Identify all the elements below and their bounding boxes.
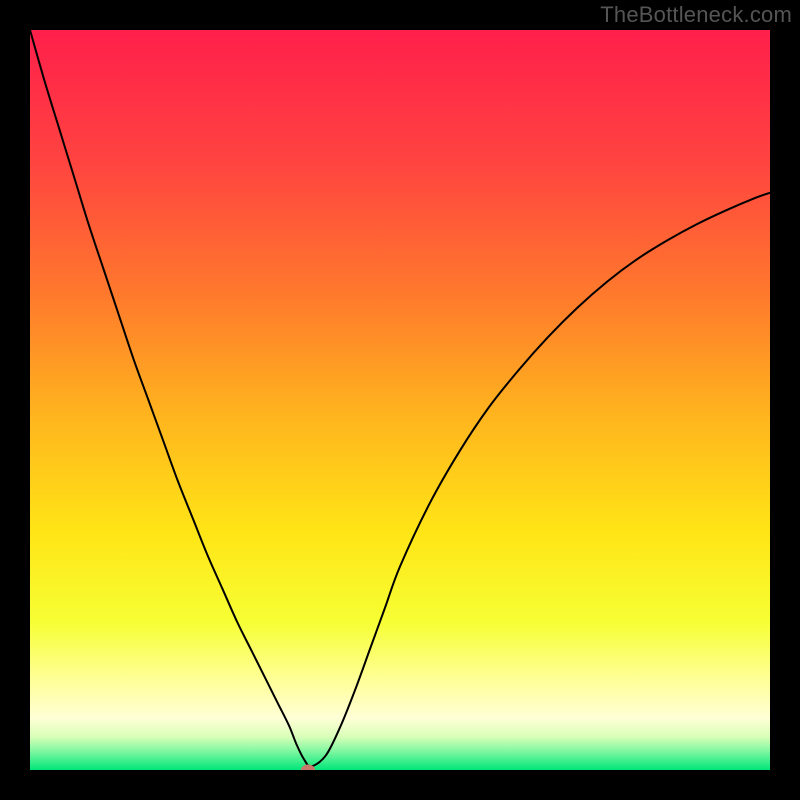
watermark-text: TheBottleneck.com	[600, 2, 792, 28]
curve-layer	[30, 30, 770, 770]
plot-area	[30, 30, 770, 770]
bottleneck-curve	[30, 30, 770, 766]
chart-frame: TheBottleneck.com	[0, 0, 800, 800]
minimum-marker	[301, 765, 315, 771]
